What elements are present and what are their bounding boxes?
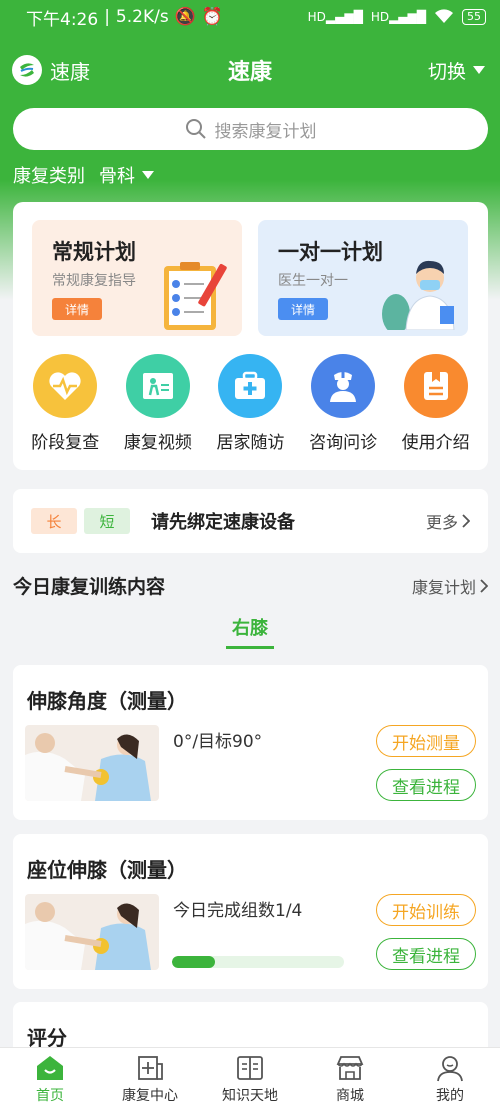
- progress-fill: [172, 956, 215, 968]
- search-placeholder: 搜索康复计划: [214, 121, 317, 142]
- logo-icon: [12, 55, 42, 85]
- more-link[interactable]: 更多: [426, 509, 470, 533]
- video-person-icon: [125, 354, 190, 418]
- switch-button[interactable]: 切换: [428, 57, 486, 84]
- caret-down-icon: [473, 66, 485, 74]
- home-icon: [37, 1056, 63, 1080]
- category-value: 骨科: [99, 166, 135, 187]
- status-time: 下午4:26: [26, 9, 99, 30]
- view-progress-button[interactable]: 查看进程: [376, 938, 476, 970]
- today-section-header: 今日康复训练内容 康复计划: [13, 572, 488, 599]
- grid-item-usage-intro[interactable]: 使用介绍: [392, 354, 480, 453]
- category-dropdown[interactable]: 骨科: [99, 162, 155, 188]
- network-speed: 5.2K/s: [115, 7, 169, 27]
- rehab-center-icon: [138, 1056, 163, 1080]
- plan-title: 常规计划: [52, 240, 136, 264]
- app-header: 速康 速康 切换: [0, 44, 500, 96]
- training-card: 伸膝角度（测量） 0°/目标90° 开始测量 查看进程: [13, 665, 488, 820]
- nav-label: 知识天地: [222, 1088, 278, 1104]
- alarm-icon: ⏰: [201, 7, 224, 27]
- nav-label: 首页: [36, 1088, 64, 1104]
- grid-label: 使用介绍: [401, 433, 470, 453]
- switch-label: 切换: [427, 60, 466, 83]
- battery-icon: 55: [462, 9, 486, 25]
- caret-down-icon: [142, 171, 154, 179]
- tag-long: 长: [31, 508, 77, 534]
- nav-item-rehab-center[interactable]: 康复中心: [100, 1054, 200, 1105]
- grid-item-stage-review[interactable]: 阶段复查: [21, 354, 109, 453]
- regular-plan-card[interactable]: 常规计划 常规康复指导 详情: [32, 220, 242, 336]
- document-icon: [403, 354, 468, 418]
- grid-item-consultation[interactable]: 咨询问诊: [299, 354, 387, 453]
- grid-label: 康复视频: [123, 433, 192, 453]
- rehab-plan-link[interactable]: 康复计划: [412, 574, 488, 598]
- category-selector: 康复类别 骨科: [13, 162, 155, 188]
- nav-item-shop[interactable]: 商城: [300, 1054, 400, 1105]
- bind-device-text: 请先绑定速康设备: [151, 512, 295, 533]
- nav-label: 康复中心: [122, 1088, 178, 1104]
- plan-subtitle: 医生一对一: [278, 273, 348, 289]
- tag-short: 短: [84, 508, 130, 534]
- bottom-nav: 首页 康复中心 知识天地 商城 我的: [0, 1047, 500, 1111]
- training-title: 伸膝角度（测量）: [27, 689, 187, 713]
- doctor-icon: [311, 354, 376, 418]
- more-label: 更多: [425, 513, 458, 532]
- training-info: 今日完成组数1/4: [173, 901, 303, 921]
- grid-label: 居家随访: [216, 433, 285, 453]
- signal-icon: HD▂▄▆█: [307, 10, 363, 24]
- training-photo: [25, 894, 159, 970]
- plan-detail-button[interactable]: 详情: [278, 298, 328, 320]
- chevron-right-icon: [480, 578, 488, 593]
- search-icon: [185, 119, 206, 139]
- grid-item-home-followup[interactable]: 居家随访: [206, 354, 294, 453]
- one-on-one-plan-card[interactable]: 一对一计划 医生一对一 详情: [258, 220, 468, 336]
- plan-detail-button[interactable]: 详情: [52, 298, 102, 320]
- feature-grid: 阶段复查 康复视频 居家随访 咨询问诊 使用介绍: [13, 354, 488, 453]
- nav-item-profile[interactable]: 我的: [400, 1054, 500, 1105]
- grid-label: 咨询问诊: [309, 433, 378, 453]
- view-progress-button[interactable]: 查看进程: [376, 769, 476, 801]
- nav-item-home[interactable]: 首页: [0, 1054, 100, 1105]
- wifi-icon: [434, 8, 454, 27]
- training-info: 0°/目标90°: [173, 732, 263, 752]
- start-measure-button[interactable]: 开始测量: [376, 725, 476, 757]
- device-binding-card[interactable]: 长 短 请先绑定速康设备 更多: [13, 489, 488, 553]
- grid-item-rehab-video[interactable]: 康复视频: [114, 354, 202, 453]
- status-bar: 下午4:26 | 5.2K/s 🔕 ⏰ HD▂▄▆█ HD▂▄▆█ 55: [0, 0, 500, 34]
- mute-icon: 🔕: [174, 7, 196, 27]
- profile-icon: [437, 1056, 463, 1082]
- search-bar[interactable]: 搜索康复计划: [13, 108, 488, 150]
- medical-kit-icon: [218, 354, 283, 418]
- training-photo: [25, 725, 159, 801]
- main-card: 常规计划 常规康复指导 详情 一对一计划 医生一对一 详情 阶段复查 康复视频 …: [13, 202, 488, 470]
- start-training-button[interactable]: 开始训练: [376, 894, 476, 926]
- clipboard-pencil-icon: [164, 262, 227, 330]
- tab-right-knee[interactable]: 右膝: [226, 614, 274, 649]
- training-card: 座位伸膝（测量） 今日完成组数1/4 开始训练 查看进程: [13, 834, 488, 989]
- logo-text: 速康: [50, 59, 90, 84]
- rehab-plan-label: 康复计划: [411, 577, 476, 597]
- category-label: 康复类别: [13, 166, 85, 187]
- plan-subtitle: 常规康复指导: [52, 273, 136, 289]
- grid-label: 阶段复查: [31, 433, 100, 453]
- doctor-illustration-icon: [382, 260, 455, 330]
- nav-item-knowledge[interactable]: 知识天地: [200, 1054, 300, 1105]
- signal-icon-2: HD▂▄▆█: [370, 10, 426, 24]
- section-title: 今日康复训练内容: [13, 576, 166, 598]
- shop-icon: [336, 1056, 364, 1080]
- app-logo: 速康: [12, 55, 90, 85]
- nav-label: 我的: [436, 1088, 464, 1104]
- training-progress-bar: [172, 956, 344, 968]
- book-icon: [237, 1056, 263, 1080]
- heart-pulse-icon: [33, 354, 98, 418]
- chevron-right-icon: [462, 514, 470, 528]
- nav-label: 商城: [336, 1088, 364, 1104]
- training-title: 座位伸膝（测量）: [27, 858, 187, 882]
- plan-title: 一对一计划: [278, 240, 383, 264]
